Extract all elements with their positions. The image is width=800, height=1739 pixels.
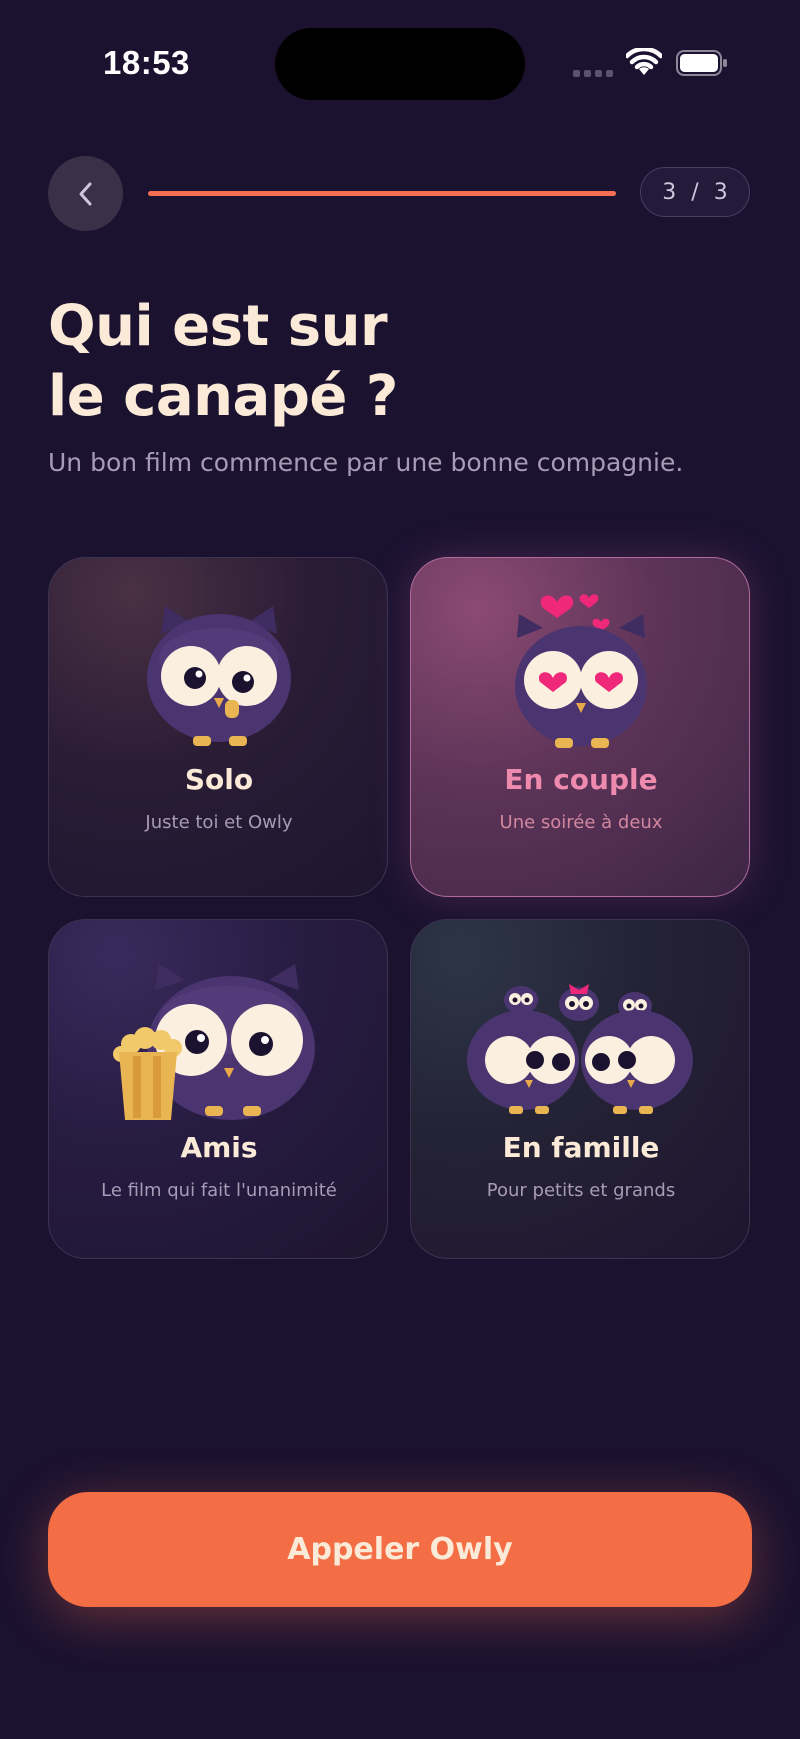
page-title: Qui est sur le canapé ? [48,292,748,432]
status-bar: 18:53 [0,0,800,130]
owl-love-icon [515,594,647,748]
option-card-amis[interactable]: Amis Le film qui fait l'unanimité [48,919,388,1259]
chevron-left-icon [79,182,91,205]
option-card-famille[interactable]: En famille Pour petits et grands [410,919,750,1259]
step-badge: 3 / 3 [640,167,750,217]
option-card-couple[interactable]: En couple Une soirée à deux [410,557,750,897]
wifi-icon [626,48,662,75]
option-title: En couple [504,763,658,796]
owl-popcorn-icon [113,964,315,1120]
battery-icon [676,50,727,76]
option-title: Solo [184,763,254,796]
back-button[interactable] [48,156,123,231]
option-subtitle: Pour petits et grands [486,1180,676,1201]
progress-bar [148,191,616,196]
option-card-solo[interactable]: Solo Juste toi et Owly [48,557,388,897]
option-title: En famille [502,1131,660,1164]
progress-fill [148,191,616,196]
owl-solo-icon [147,606,291,746]
option-subtitle: Juste toi et Owly [145,812,293,833]
status-time: 18:53 [103,44,190,81]
owl-family-icon [467,984,693,1114]
page-title-line-1: Qui est sur [48,294,388,359]
option-subtitle: Une soirée à deux [499,812,663,833]
page-subtitle: Un bon film commence par une bonne compa… [48,448,684,477]
page-title-line-2: le canapé ? [48,364,398,429]
option-title: Amis [180,1131,258,1164]
option-subtitle: Le film qui fait l'unanimité [101,1180,337,1201]
signal-icon [573,70,613,78]
call-owly-button[interactable]: Appeler Owly [48,1492,752,1607]
dynamic-island [275,28,525,100]
